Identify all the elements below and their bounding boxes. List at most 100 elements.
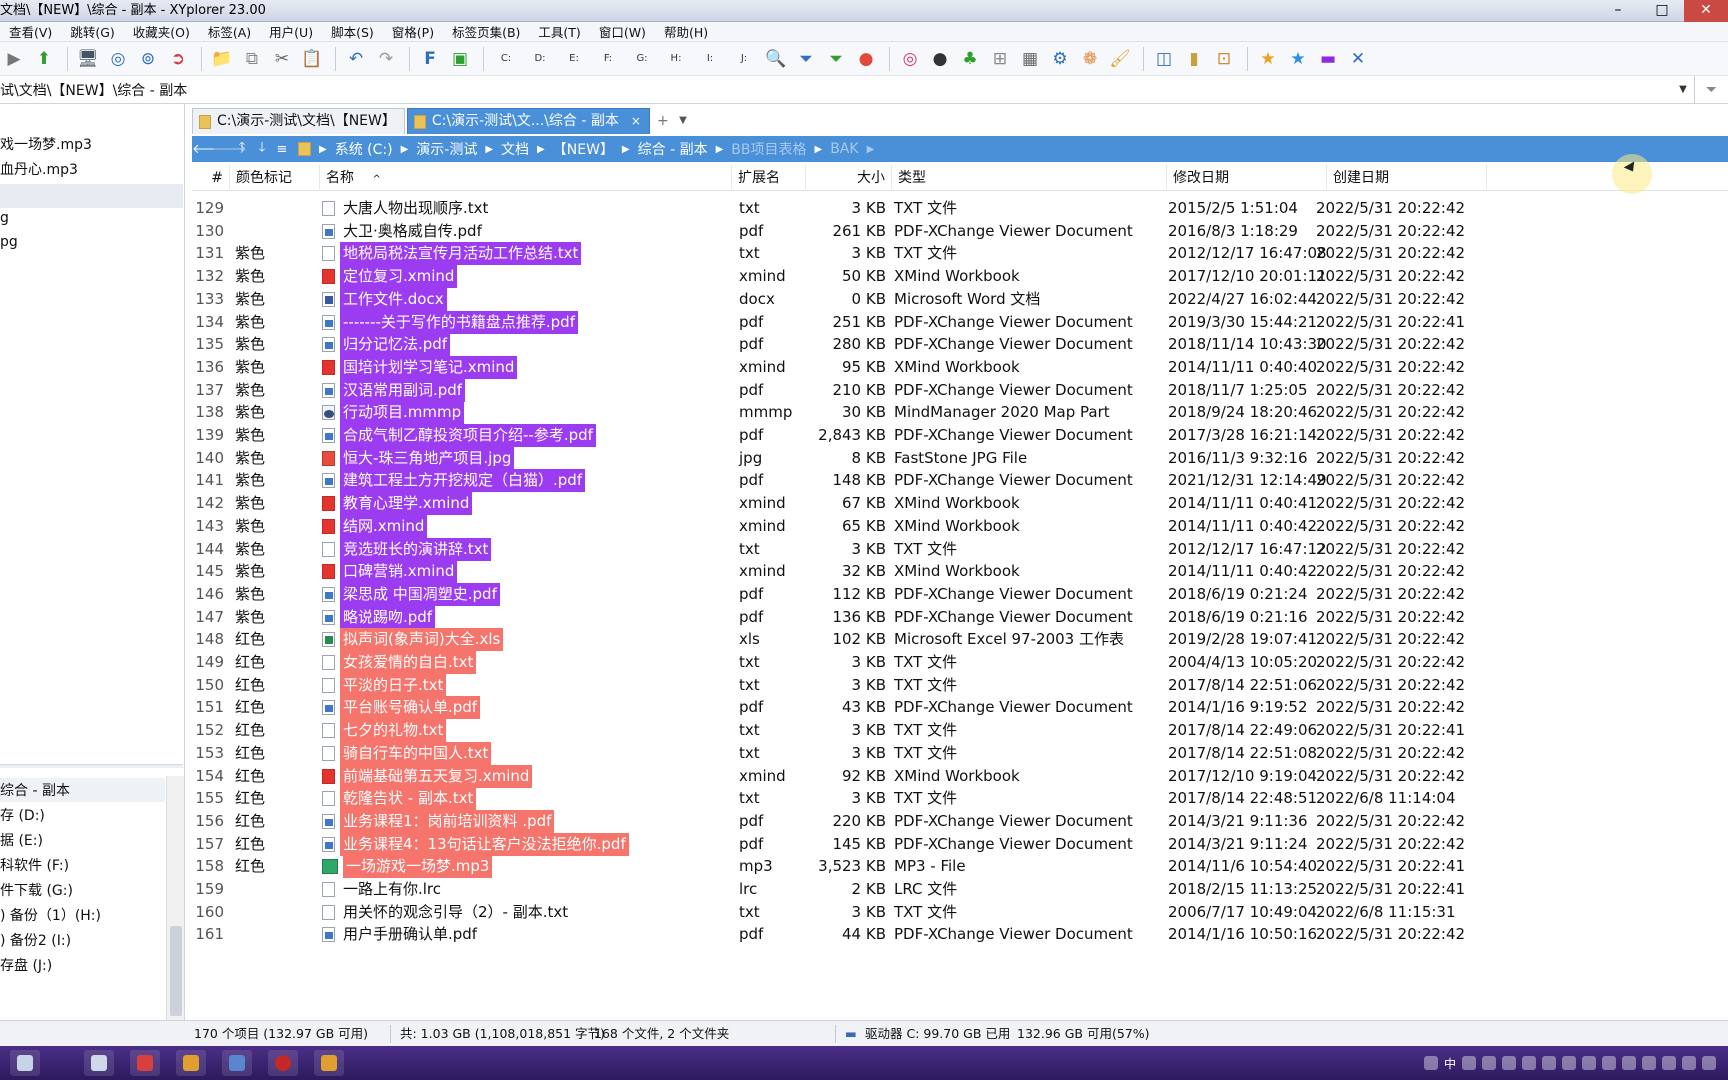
file-name[interactable]: -------关于写作的书籍盘点推荐.pdf	[340, 310, 578, 334]
green-filter-icon[interactable]: ⏷	[822, 45, 850, 73]
up-arrow-icon[interactable]: 🡑	[232, 138, 252, 160]
minimize-button[interactable]: –	[1596, 0, 1640, 22]
tray-icon[interactable]	[1423, 1056, 1438, 1070]
file-name-cell[interactable]: 合成气制乙醇投资项目介绍--参考.pdf	[322, 423, 596, 448]
menu-item[interactable]: 脚本(S)	[322, 22, 383, 41]
file-name[interactable]: 国培计划学习笔记.xmind	[340, 355, 518, 379]
taskbar-app[interactable]	[268, 1050, 298, 1076]
gear-icon[interactable]: ⚙	[1046, 45, 1074, 73]
paste-icon[interactable]: 📋	[298, 45, 326, 73]
file-name-cell[interactable]: 前端基础第五天复习.xmind	[322, 764, 533, 789]
table-row[interactable]: 129 大唐人物出现顺序.txt txt 3 KB TXT 文件 2015/2/5 1:5…	[192, 196, 1728, 221]
table-row[interactable]: 158 红色 一场游戏一场梦.mp3 mp3 3,523 KB MP3 - File 201…	[192, 854, 1728, 879]
chevron-right-icon[interactable]: ▶	[399, 144, 411, 155]
file-name-cell[interactable]: 梁思成 中国凋塑史.pdf	[322, 582, 500, 607]
tree-item[interactable]: ) 备份（1）(H:)	[0, 905, 101, 925]
menu-item[interactable]: 用户(U)	[260, 22, 322, 41]
file-name-cell[interactable]: 归分记忆法.pdf	[322, 332, 451, 357]
file-name[interactable]: 地税局税法宣传月活动工作总结.txt	[340, 242, 582, 266]
tray-icon[interactable]	[1662, 1056, 1676, 1070]
chevron-right-icon[interactable]: ▶	[620, 144, 632, 155]
tree-item[interactable]: 件下载 (G:)	[0, 880, 73, 900]
tray-icon[interactable]	[1642, 1056, 1656, 1070]
file-name-cell[interactable]: 业务课程4：13句话让客户没法拒绝你.pdf	[322, 832, 629, 857]
table-row[interactable]: 159 一路上有你.lrc lrc 2 KB LRC 文件 2018/2/15 11:13…	[192, 877, 1728, 902]
file-name-cell[interactable]: 大卫·奥格威自传.pdf	[322, 219, 485, 244]
chevron-right-icon[interactable]: ▶	[714, 144, 726, 155]
tray-icon[interactable]	[1482, 1056, 1496, 1070]
file-name[interactable]: 略说踢吻.pdf	[340, 605, 436, 629]
file-name[interactable]: 业务课程4：13句话让客户没法拒绝你.pdf	[340, 832, 629, 856]
file-name-cell[interactable]: 口碑营销.xmind	[322, 559, 458, 584]
file-name-cell[interactable]: 一场游戏一场梦.mp3	[322, 854, 493, 879]
tray-icon[interactable]	[1522, 1056, 1536, 1070]
table-row[interactable]: 143 紫色 结网.xmind xmind 65 KB XMind Workbook 201…	[192, 514, 1728, 539]
filter-icon[interactable]: ⏷	[792, 45, 820, 73]
table-row[interactable]: 139 紫色 合成气制乙醇投资项目介绍--参考.pdf pdf 2,843 KB PDF-…	[192, 423, 1728, 448]
tree-item[interactable]: 综合 - 副本	[0, 780, 70, 800]
close-button[interactable]: ✕	[1684, 0, 1728, 22]
file-name-cell[interactable]: 教育心理学.xmind	[322, 491, 473, 516]
menu-item[interactable]: 帮助(H)	[655, 22, 717, 41]
scrollbar-thumb[interactable]	[170, 926, 182, 1016]
file-name[interactable]: 归分记忆法.pdf	[340, 333, 451, 357]
file-name[interactable]: 骑自行车的中国人.txt	[340, 741, 492, 765]
file-name[interactable]: 定位复习.xmind	[340, 265, 458, 289]
file-name-cell[interactable]: 汉语常用副词.pdf	[322, 378, 466, 403]
taskbar-app[interactable]	[84, 1050, 114, 1076]
breadcrumb-item[interactable]: 综合 - 副本	[632, 139, 714, 159]
file-name-cell[interactable]: 定位复习.xmind	[322, 264, 458, 289]
tools-icon[interactable]: ✕	[1344, 45, 1372, 73]
breadcrumb-item[interactable]: 系统 (C:)	[329, 139, 399, 159]
chevron-right-icon[interactable]: ▶	[483, 144, 495, 155]
tray-icon[interactable]	[1602, 1056, 1616, 1070]
dark-circle-icon[interactable]: ●	[926, 45, 954, 73]
new-tab-button[interactable]: +	[652, 108, 674, 134]
file-name-cell[interactable]: -------关于写作的书籍盘点推荐.pdf	[322, 310, 578, 335]
file-name[interactable]: 平淡的日子.txt	[340, 673, 447, 697]
table-row[interactable]: 153 红色 骑自行车的中国人.txt txt 3 KB TXT 文件 2017/8/14 …	[192, 741, 1728, 766]
tree-item[interactable]: 据 (E:)	[0, 830, 43, 850]
cut-icon[interactable]: ✂	[268, 45, 296, 73]
file-name[interactable]: 梁思成 中国凋塑史.pdf	[340, 582, 500, 606]
list-item[interactable]: g	[0, 210, 9, 226]
file-name[interactable]: 工作文件.docx	[340, 287, 447, 311]
chevron-right-icon[interactable]: ▶	[865, 144, 877, 155]
file-name-cell[interactable]: 行动项目.mmmp	[322, 400, 465, 425]
file-name[interactable]: 业务课程1：岗前培训资料 .pdf	[340, 809, 555, 833]
file-name[interactable]: 平台账号确认单.pdf	[340, 696, 481, 720]
file-name[interactable]: 用关怀的观念引导（2）- 副本.txt	[340, 901, 571, 924]
file-name-cell[interactable]: 略说踢吻.pdf	[322, 605, 436, 630]
drive-g-icon[interactable]: G:	[626, 45, 658, 73]
color-dots-icon[interactable]: ❁	[1076, 45, 1104, 73]
menu-item[interactable]: 跳转(G)	[61, 22, 123, 41]
play-icon[interactable]: ▶	[0, 45, 28, 73]
chevron-right-icon[interactable]: ▶	[813, 144, 825, 155]
list-item[interactable]: 血丹心.mp3	[0, 159, 78, 179]
column-size[interactable]: 大小	[806, 165, 892, 191]
file-name[interactable]: 用户手册确认单.pdf	[340, 923, 480, 946]
drive-h-icon[interactable]: H:	[660, 45, 692, 73]
brush-icon[interactable]: 🖌	[1106, 45, 1134, 73]
star-blue-icon[interactable]: ★	[1284, 45, 1312, 73]
file-name[interactable]: 教育心理学.xmind	[340, 492, 473, 516]
table-row[interactable]: 142 紫色 教育心理学.xmind xmind 67 KB XMind Workbook…	[192, 491, 1728, 516]
file-name[interactable]: 汉语常用副词.pdf	[340, 378, 466, 402]
table-row[interactable]: 137 紫色 汉语常用副词.pdf pdf 210 KB PDF-XChange View…	[192, 378, 1728, 403]
tray-icon[interactable]	[1622, 1056, 1636, 1070]
forward-circle-icon[interactable]: ➲	[164, 45, 192, 73]
table-row[interactable]: 131 紫色 地税局税法宣传月活动工作总结.txt txt 3 KB TXT 文件 2012…	[192, 241, 1728, 266]
tray-icon[interactable]	[1582, 1056, 1596, 1070]
file-name-cell[interactable]: 业务课程1：岗前培训资料 .pdf	[322, 809, 555, 834]
breadcrumb-item[interactable]: 文档	[495, 139, 535, 159]
file-name-cell[interactable]: 大唐人物出现顺序.txt	[322, 196, 491, 221]
file-name-cell[interactable]: 七夕的礼物.txt	[322, 718, 447, 743]
table-row[interactable]: 154 红色 前端基础第五天复习.xmind xmind 92 KB XMind Work…	[192, 764, 1728, 789]
file-name[interactable]: 大卫·奥格威自传.pdf	[340, 220, 485, 243]
green-box-icon[interactable]: ▣	[446, 45, 474, 73]
column-num[interactable]: #	[192, 165, 230, 191]
table-row[interactable]: 138 紫色 行动项目.mmmp mmmp 30 KB MindManager 2020 …	[192, 400, 1728, 425]
tree-scrollbar[interactable]	[166, 776, 184, 1028]
file-name-cell[interactable]: 用户手册确认单.pdf	[322, 922, 480, 947]
target-icon[interactable]: ◎	[104, 45, 132, 73]
